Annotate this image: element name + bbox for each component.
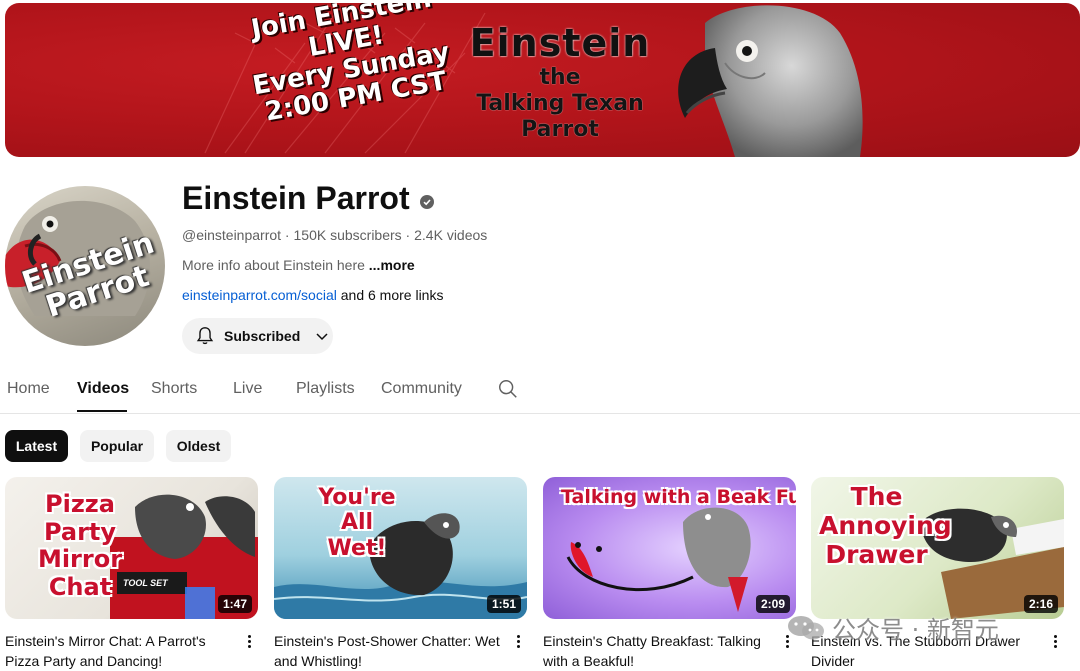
video-thumbnail[interactable]: Pizza Party Mirror Chat TOOL SET 1:47 [5,477,258,619]
banner-title-main: Einstein [469,21,651,65]
active-tab-indicator [77,410,127,412]
video-duration: 2:09 [755,595,790,613]
channel-links: einsteinparrot.com/social and 6 more lin… [182,287,443,303]
toolset-label: TOOL SET [123,578,168,588]
more-vert-icon[interactable] [512,633,524,653]
bell-icon [196,327,214,345]
filter-latest[interactable]: Latest [5,430,68,462]
video-card[interactable]: Pizza Party Mirror Chat TOOL SET 1:47 Ei… [5,477,265,669]
video-title[interactable]: Einstein's Post-Shower Chatter: Wet and … [274,631,504,671]
tab-shorts[interactable]: Shorts [151,380,197,398]
meta-separator: · [401,227,415,243]
banner-title-line: Parrot [521,117,599,142]
about-more-link[interactable]: ...more [369,257,415,273]
tab-videos[interactable]: Videos [77,380,129,398]
more-vert-icon[interactable] [1049,633,1061,653]
thumbnail-title-line: You're All [318,485,396,536]
video-card[interactable]: The Annoying Drawer 2:16 Einstein vs. Th… [811,477,1071,669]
tab-playlists[interactable]: Playlists [296,380,355,398]
thumbnail-title: You're All Wet! [302,485,412,561]
search-icon[interactable] [497,378,519,400]
video-thumbnail[interactable]: The Annoying Drawer 2:16 [811,477,1064,619]
thumbnail-title-line: Drawer [825,539,928,569]
channel-tabs: Home Videos Shorts Live Playlists Commun… [0,366,1080,414]
channel-name-row: Einstein Parrot [182,180,434,217]
video-duration: 2:16 [1023,595,1058,613]
check-circle-icon [419,194,434,209]
chevron-down-icon [316,333,328,341]
banner-title-line: Talking Texan [476,91,644,116]
thumbnail-title: The Annoying Drawer [819,482,952,569]
thumbnail-title-line: Mirror [37,545,123,574]
thumbnail-title-line: Wet! [327,535,387,561]
video-title[interactable]: Einstein's Mirror Chat: A Parrot's Pizza… [5,631,235,671]
video-card[interactable]: Talking with a Beak Full! 2:09 Einstein'… [543,477,803,669]
thumbnail-title-line: The [850,482,903,511]
tab-live[interactable]: Live [233,380,262,398]
more-vert-icon[interactable] [243,633,255,653]
thumbnail-title: Talking with a Beak Full! [561,486,796,508]
subscribed-label: Subscribed [224,328,301,344]
thumbnail-title-line: Annoying [819,510,952,540]
video-thumbnail[interactable]: You're All Wet! 1:51 [274,477,527,619]
subscribed-button[interactable]: Subscribed [182,318,333,354]
tab-community[interactable]: Community [381,380,462,398]
parrot-image [678,5,863,157]
tab-home[interactable]: Home [7,380,50,398]
channel-about[interactable]: More info about Einstein here ...more [182,257,415,273]
subscriber-count: 150K subscribers [293,227,402,243]
channel-name: Einstein Parrot [182,180,410,216]
more-links-link[interactable]: and 6 more links [337,287,444,303]
video-duration: 1:47 [217,595,252,613]
social-link[interactable]: einsteinparrot.com/social [182,287,337,303]
channel-meta: @einsteinparrot · 150K subscribers · 2.4… [182,227,487,243]
meta-separator: · [281,227,294,243]
channel-avatar[interactable]: Einstein Parrot [5,186,165,346]
filter-oldest[interactable]: Oldest [166,430,231,462]
video-card[interactable]: You're All Wet! 1:51 Einstein's Post-Sho… [274,477,534,669]
video-duration: 1:51 [486,595,521,613]
video-title[interactable]: Einstein's Chatty Breakfast: Talking wit… [543,631,773,671]
about-text: More info about Einstein here [182,257,369,273]
channel-handle: @einsteinparrot [182,227,282,243]
video-count: 2.4K videos [414,227,488,243]
banner-title-line: the [539,65,581,90]
wechat-icon [788,615,824,639]
watermark-text: 公众号 · 新智元 [832,616,999,644]
video-thumbnail[interactable]: Talking with a Beak Full! 2:09 [543,477,796,619]
channel-banner: Join Einstein LIVE! Every Sunday 2:00 PM… [5,3,1080,157]
filter-popular[interactable]: Popular [80,430,154,462]
banner-title: Einstein the Talking Texan Parrot [457,21,663,143]
thumbnail-title-line: Pizza Party [43,490,117,546]
watermark: 公众号 · 新智元 [786,610,999,645]
